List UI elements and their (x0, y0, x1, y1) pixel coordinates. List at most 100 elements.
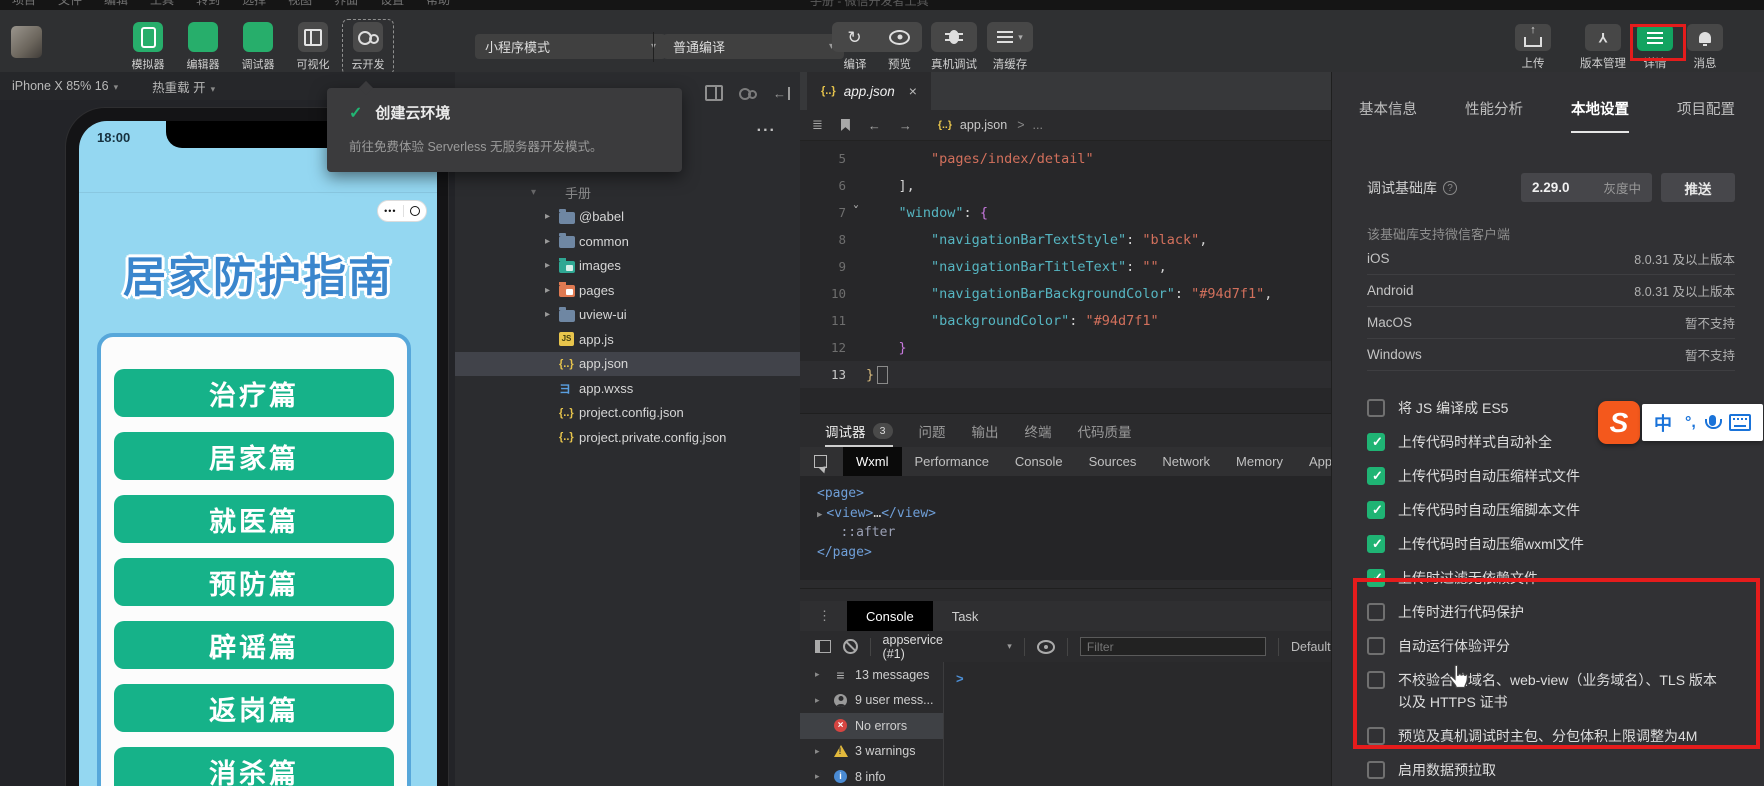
expand-caret-icon[interactable]: ▸ (815, 695, 826, 706)
menu-item[interactable]: 文件 (58, 0, 82, 8)
forward-icon[interactable]: → (899, 118, 912, 133)
collapse-sidebar-icon[interactable]: ← (773, 87, 790, 100)
console-group-row[interactable]: ▸ 8 info (800, 764, 943, 786)
context-select[interactable]: appservice (#1)▾ (883, 633, 1012, 661)
checkbox[interactable] (1367, 569, 1385, 587)
bookmark-icon[interactable] (841, 119, 850, 131)
code-line[interactable]: 13 } (800, 361, 1331, 388)
debugger-tab[interactable]: 代码质量 (1078, 414, 1132, 447)
console-tab[interactable]: Task (933, 601, 998, 631)
expand-caret-icon[interactable]: ▸ (815, 669, 826, 680)
file-tree-row[interactable]: ▸ uview-ui (455, 303, 800, 328)
hot-reload-select[interactable]: 热重载 开▾ (152, 77, 215, 96)
settings-tab[interactable]: 项目配置 (1677, 98, 1735, 133)
debugger-tab[interactable]: 输出 (972, 414, 999, 447)
keyboard-icon[interactable] (1729, 414, 1751, 431)
nav-button[interactable]: 就医篇 (114, 495, 394, 543)
console-filter-input[interactable] (1080, 637, 1266, 656)
clear-cache-button[interactable]: ▾ (987, 22, 1033, 52)
devtools-tab[interactable]: Performance (902, 447, 1002, 476)
nav-button[interactable]: 消杀篇 (114, 747, 394, 786)
settings-tab[interactable]: 基本信息 (1359, 98, 1417, 133)
file-tree-row[interactable]: ▸ pages (455, 278, 800, 303)
code-editor[interactable]: 5 "pages/index/detail" 6 ], 7 "window": … (800, 140, 1331, 418)
log-levels-select[interactable]: Default levels (1291, 640, 1331, 654)
code-line[interactable]: 7 "window": { (800, 199, 1331, 226)
device-debug-button[interactable] (931, 22, 977, 52)
menu-item[interactable]: 编辑 (104, 0, 128, 8)
outline-icon[interactable]: ≣ (812, 117, 823, 133)
settings-tab[interactable]: 性能分析 (1465, 98, 1523, 133)
checkbox[interactable] (1367, 603, 1385, 621)
toolbar-tool-button[interactable]: 云开发 (345, 22, 391, 72)
menu-item[interactable]: 选择 (242, 0, 266, 8)
code-line[interactable]: 10 "navigationBarBackgroundColor": "#94d… (800, 280, 1331, 307)
checkbox[interactable] (1367, 727, 1385, 745)
microphone-icon[interactable] (1709, 415, 1716, 426)
toolbar-tool-button[interactable]: 可视化 (290, 22, 336, 72)
toolbar-tool-button[interactable]: 模拟器 (125, 22, 171, 72)
devtools-tab[interactable]: Wxml (843, 447, 902, 476)
console-output[interactable]: > (944, 662, 1331, 786)
code-line[interactable]: 8 "navigationBarTextStyle": "black", (800, 226, 1331, 253)
preview-button[interactable] (877, 22, 922, 52)
tree-caret-icon[interactable]: ▸ (545, 260, 559, 271)
debugger-tab[interactable]: 调试器 3 (825, 414, 893, 447)
clear-console-icon[interactable] (843, 639, 857, 654)
code-line[interactable]: 5 "pages/index/detail" (800, 145, 1331, 172)
setting-row[interactable]: 预览及真机调试时主包、分包体积上限调整为4M (1367, 725, 1735, 747)
close-icon[interactable]: × (909, 83, 917, 99)
editor-tab-appjson[interactable]: {..} app.json × (807, 72, 931, 110)
library-version-select[interactable]: 2.29.0 灰度中 (1521, 173, 1652, 202)
compile-mode-select[interactable]: 普通编译 ▾ (663, 34, 844, 59)
tree-caret-icon[interactable]: ▸ (545, 309, 559, 320)
help-icon[interactable] (1443, 181, 1457, 195)
checkbox[interactable] (1367, 399, 1385, 417)
nav-button[interactable]: 居家篇 (114, 432, 394, 480)
wxml-node[interactable]: ▶<view>…</view> (817, 504, 1331, 524)
file-tree-row[interactable]: project.config.json (455, 401, 800, 426)
setting-row[interactable]: 上传代码时自动压缩脚本文件 (1367, 499, 1735, 521)
menu-item[interactable]: 帮助 (426, 0, 450, 8)
file-tree-row[interactable]: app.json (455, 352, 800, 377)
nav-button[interactable]: 治疗篇 (114, 369, 394, 417)
setting-row[interactable]: 上传代码时自动压缩wxml文件 (1367, 533, 1735, 555)
live-expression-icon[interactable] (1037, 640, 1055, 654)
ime-lang[interactable]: 中 (1654, 410, 1672, 436)
checkbox[interactable] (1367, 535, 1385, 553)
file-tree-row[interactable]: app.wxss (455, 376, 800, 401)
toolbar-tool-button[interactable]: 调试器 (235, 22, 281, 72)
tree-caret-icon[interactable]: ▸ (545, 285, 559, 296)
setting-row[interactable]: 启用数据预拉取 (1367, 759, 1735, 781)
devtools-tab[interactable]: Sources (1076, 447, 1150, 476)
miniprogram-capsule[interactable]: ••• (377, 200, 427, 222)
element-picker-icon[interactable] (814, 455, 827, 468)
menu-item[interactable]: 工具 (150, 0, 174, 8)
file-tree-row[interactable]: ▸ common (455, 229, 800, 254)
sidebar-toggle-icon[interactable] (815, 640, 831, 653)
detail-button[interactable] (1637, 24, 1673, 51)
code-line[interactable]: 9 "navigationBarTitleText": "", (800, 253, 1331, 280)
checkbox[interactable] (1367, 467, 1385, 485)
file-tree-row[interactable]: ▸ @babel (455, 205, 800, 230)
wxml-tree[interactable]: <page> ▶<view>…</view> ::after </page> (800, 476, 1331, 580)
nav-button[interactable]: 预防篇 (114, 558, 394, 606)
version-control-button[interactable]: Y (1585, 24, 1621, 51)
file-tree-row[interactable]: project.private.config.json (455, 425, 800, 450)
ime-punct[interactable]: °, (1685, 414, 1696, 432)
code-line[interactable]: 6 ], (800, 172, 1331, 199)
console-group-row[interactable]: No errors (800, 713, 943, 739)
menu-item[interactable]: 界面 (334, 0, 358, 8)
back-icon[interactable]: ← (868, 118, 881, 133)
toolbar-tool-button[interactable]: 编辑器 (180, 22, 226, 72)
checkbox[interactable] (1367, 761, 1385, 779)
console-group-row[interactable]: ▸ 9 user mess... (800, 688, 943, 714)
devtools-tab[interactable]: Network (1149, 447, 1223, 476)
file-tree-row[interactable]: ▸ images (455, 254, 800, 279)
sogou-logo[interactable]: S (1598, 401, 1640, 444)
setting-row[interactable]: 上传时过滤无依赖文件 (1367, 567, 1735, 589)
push-button[interactable]: 推送 (1661, 173, 1735, 202)
code-line[interactable]: 11 "backgroundColor": "#94d7f1" (800, 307, 1331, 334)
avatar[interactable] (11, 26, 42, 58)
message-button[interactable] (1687, 24, 1723, 51)
